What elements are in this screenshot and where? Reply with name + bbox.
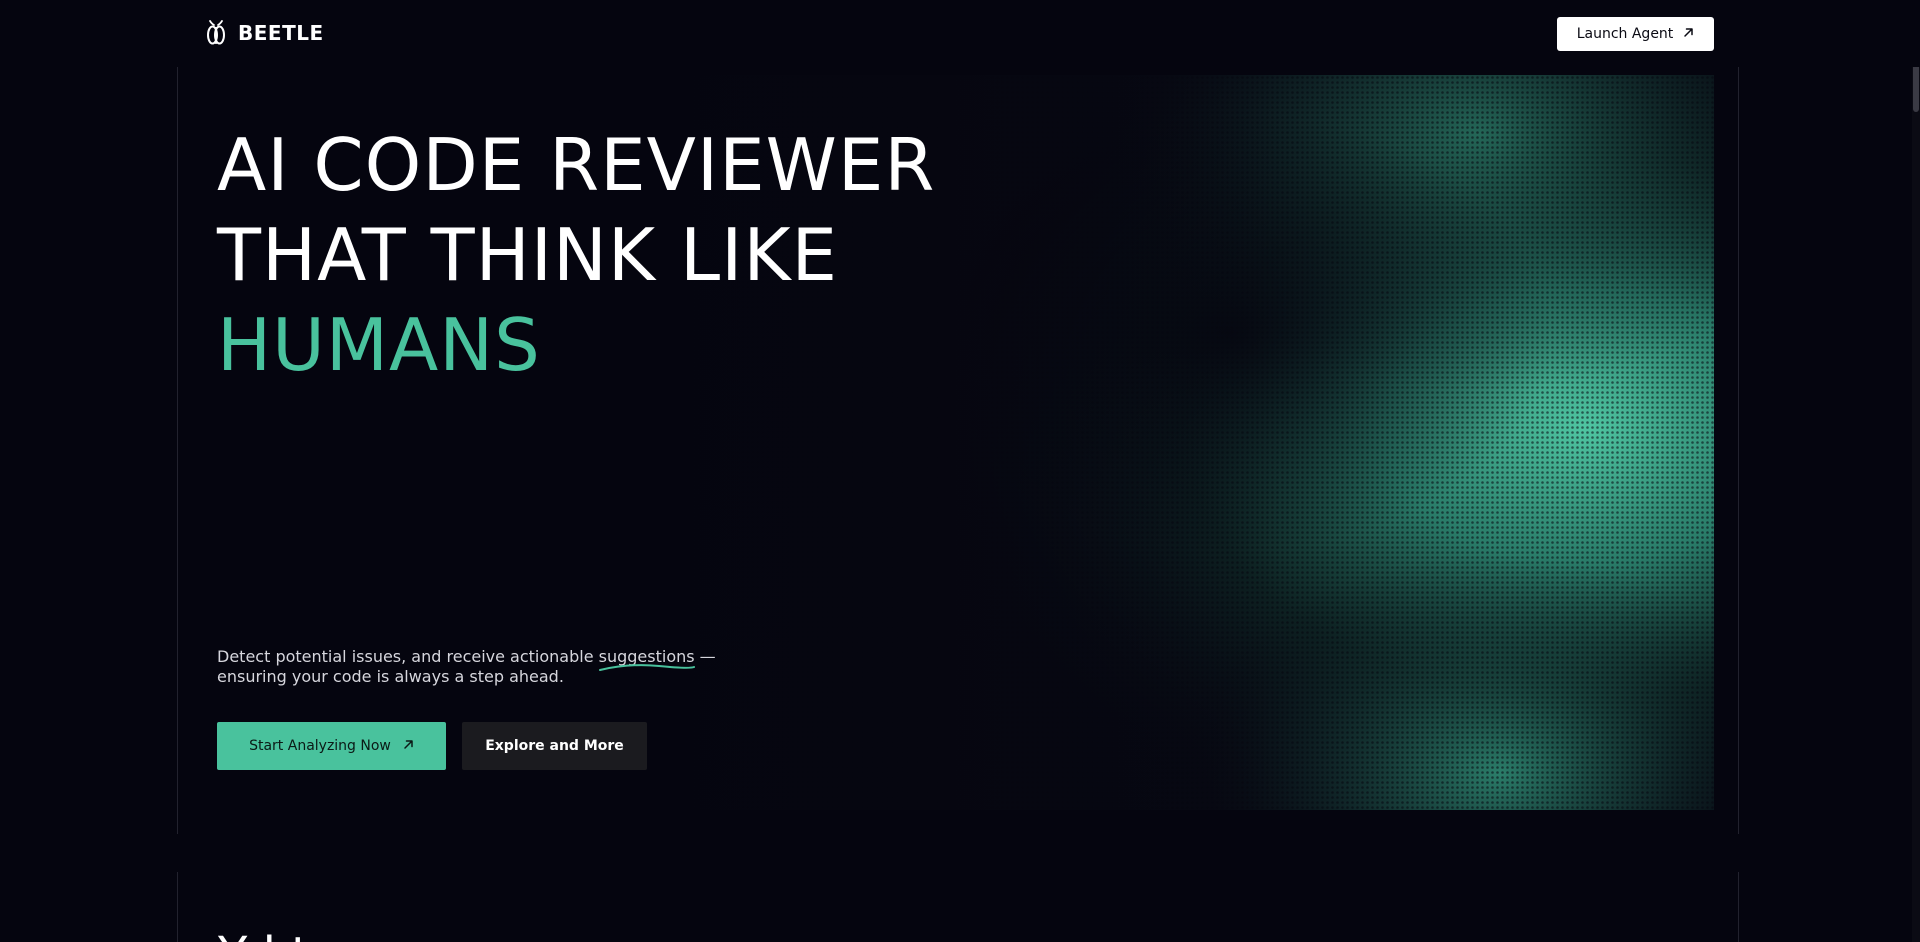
launch-agent-button[interactable]: Launch Agent <box>1557 17 1714 51</box>
hero-frame-right-border <box>1738 67 1739 834</box>
features-heading: Y l t <box>218 927 310 942</box>
beetle-logo-icon <box>204 18 228 48</box>
arrow-up-right-icon <box>1683 26 1694 42</box>
hero-title-line-2: THAT THINK LIKE <box>217 213 839 297</box>
page-scrollbar[interactable] <box>1912 0 1920 942</box>
hero-description-start: Detect potential issues, and receive act… <box>217 647 599 666</box>
hero-description: Detect potential issues, and receive act… <box>217 647 737 687</box>
explore-more-label: Explore and More <box>485 738 624 754</box>
arrow-up-right-icon <box>403 738 414 754</box>
explore-more-button[interactable]: Explore and More <box>462 722 647 770</box>
start-analyzing-button[interactable]: Start Analyzing Now <box>217 722 446 770</box>
hero-frame-left-border <box>177 67 178 834</box>
brush-underline-icon <box>598 664 695 671</box>
navbar: BEETLE Launch Agent <box>0 0 1920 67</box>
brand-logo-link[interactable]: BEETLE <box>204 18 324 48</box>
hero-title-line-1: AI CODE REVIEWER <box>217 123 936 207</box>
highlighted-word: suggestions <box>598 647 695 671</box>
start-analyzing-label: Start Analyzing Now <box>249 738 391 754</box>
brand-name: BEETLE <box>238 21 324 45</box>
hero-title-accent: HUMANS <box>217 303 541 387</box>
hero-title: AI CODE REVIEWER THAT THINK LIKE HUMANS <box>217 120 935 390</box>
launch-agent-label: Launch Agent <box>1576 26 1674 42</box>
features-section: Y l t <box>177 872 1739 942</box>
